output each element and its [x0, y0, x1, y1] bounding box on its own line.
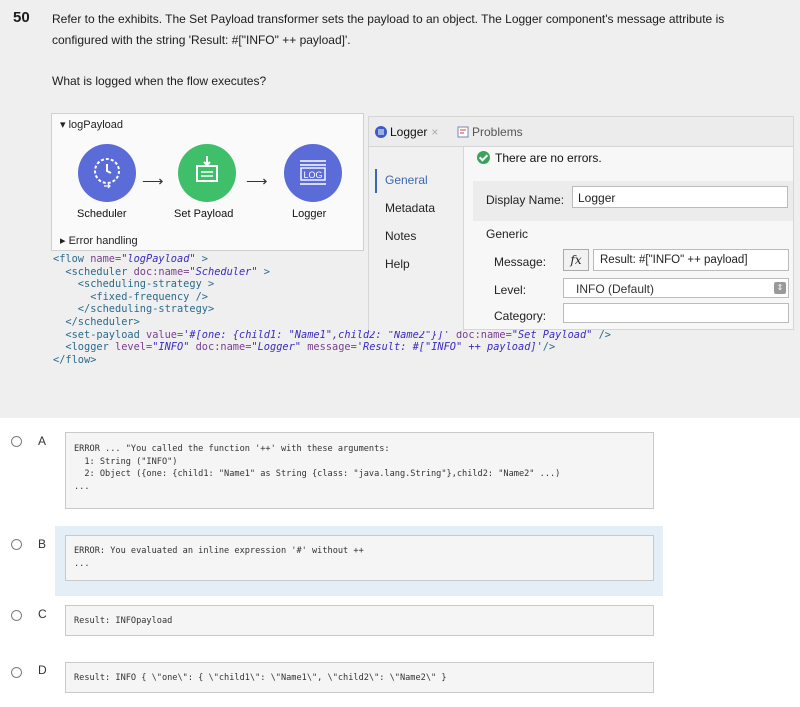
error-handling-label: Error handling [68, 235, 138, 247]
sidebar-item-help[interactable]: Help [385, 257, 410, 271]
message-field[interactable]: Result: #["INFO" ++ payload] [593, 249, 789, 271]
category-field[interactable] [563, 303, 789, 323]
clock-icon [94, 158, 120, 189]
question-number: 50 [13, 9, 30, 26]
option-a-text[interactable]: ERROR ... "You called the function '++' … [65, 432, 654, 509]
flow-arrow: ⟶ [142, 173, 164, 190]
question-prompt: What is logged when the flow executes? [52, 74, 267, 88]
option-b-radio[interactable] [11, 539, 22, 550]
question-area: 50 Refer to the exhibits. The Set Payloa… [0, 0, 800, 418]
chevron-down-icon[interactable]: ⇕ [774, 282, 786, 294]
option-a-radio[interactable] [11, 436, 22, 447]
close-icon[interactable]: × [431, 125, 438, 139]
no-errors-status: There are no errors. [477, 151, 602, 165]
logger-label: Logger [292, 208, 327, 220]
sidebar-item-metadata[interactable]: Metadata [385, 201, 435, 215]
option-b-text[interactable]: ERROR: You evaluated an inline expressio… [65, 535, 654, 581]
message-label: Message: [494, 255, 547, 269]
question-text-line-2: configured with the string 'Result: #["I… [52, 33, 351, 47]
problems-icon [457, 126, 469, 138]
option-d-radio[interactable] [11, 667, 22, 678]
check-circle-icon [477, 151, 490, 164]
tab-problems[interactable]: Problems [457, 125, 523, 139]
level-selected-value: INFO (Default) [576, 282, 655, 296]
logger-tab-icon [375, 126, 387, 138]
logger-properties-panel: Logger × Problems General Metadata Notes … [368, 116, 794, 331]
svg-text:LOG: LOG [303, 170, 322, 180]
sidebar-item-notes[interactable]: Notes [385, 229, 416, 243]
category-label: Category: [494, 309, 547, 323]
properties-tab-bar: Logger × Problems [369, 117, 793, 147]
scheduler-node[interactable] [78, 144, 136, 202]
option-c-text[interactable]: Result: INFOpayload [65, 605, 654, 636]
log-icon: LOG [300, 160, 326, 185]
flow-canvas: ▾ logPayload ⟶ ⟶ LOG Scheduler Set Paylo… [51, 113, 364, 251]
set-payload-node[interactable] [178, 144, 236, 202]
flow-title-text: logPayload [68, 119, 124, 131]
level-select[interactable]: INFO (Default) ⇕ [563, 278, 789, 298]
option-b-letter: B [38, 537, 47, 551]
question-text-line-1: Refer to the exhibits. The Set Payload t… [52, 12, 725, 26]
generic-section-label: Generic [486, 227, 529, 241]
properties-sidebar: General Metadata Notes Help [369, 147, 464, 331]
tab-logger[interactable]: Logger × [375, 125, 438, 139]
level-label: Level: [494, 283, 527, 297]
display-name-label: Display Name: [486, 193, 565, 207]
flow-arrow: ⟶ [246, 173, 268, 190]
option-d-letter: D [38, 663, 47, 677]
set-payload-label: Set Payload [174, 208, 234, 220]
logger-node[interactable]: LOG [284, 144, 342, 202]
option-c-radio[interactable] [11, 610, 22, 621]
error-handling-toggle[interactable]: ▸ Error handling [60, 234, 138, 247]
sidebar-item-general[interactable]: General [385, 173, 428, 187]
scheduler-label: Scheduler [77, 208, 127, 220]
flow-title[interactable]: ▾ logPayload [60, 118, 123, 131]
option-c-letter: C [38, 607, 47, 621]
fx-toggle-button[interactable]: fx [563, 249, 589, 271]
display-name-field[interactable]: Logger [572, 186, 788, 208]
option-d-text[interactable]: Result: INFO { \"one\": { \"child1\": \"… [65, 662, 654, 693]
option-a-letter: A [38, 434, 47, 448]
set-payload-icon [196, 156, 218, 182]
